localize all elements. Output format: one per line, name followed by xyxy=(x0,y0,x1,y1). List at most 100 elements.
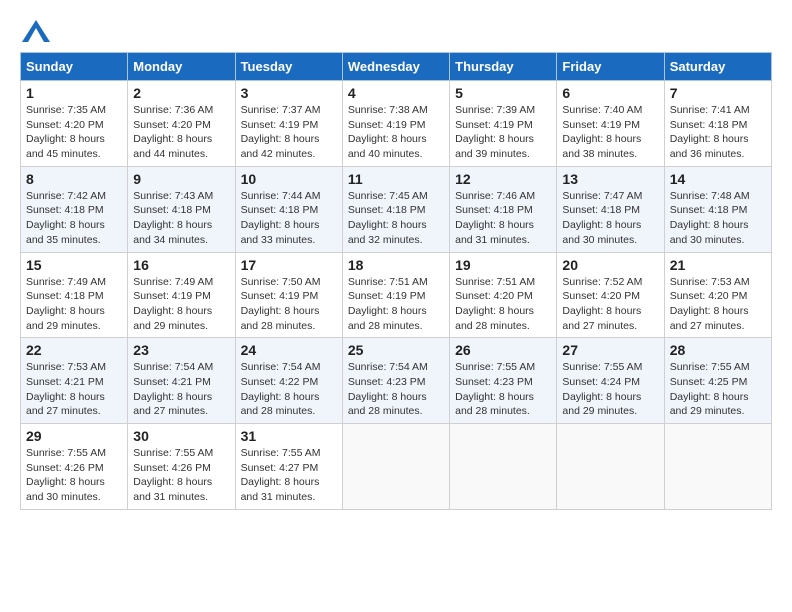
day-of-week-header: Sunday xyxy=(21,53,128,81)
day-number: 16 xyxy=(133,257,229,273)
day-info: Sunrise: 7:46 AMSunset: 4:18 PMDaylight:… xyxy=(455,190,535,246)
calendar-cell: 11 Sunrise: 7:45 AMSunset: 4:18 PMDaylig… xyxy=(342,166,449,252)
day-info: Sunrise: 7:43 AMSunset: 4:18 PMDaylight:… xyxy=(133,190,213,246)
calendar-cell: 5 Sunrise: 7:39 AMSunset: 4:19 PMDayligh… xyxy=(450,81,557,167)
calendar-cell xyxy=(557,424,664,510)
day-info: Sunrise: 7:35 AMSunset: 4:20 PMDaylight:… xyxy=(26,104,106,160)
day-info: Sunrise: 7:45 AMSunset: 4:18 PMDaylight:… xyxy=(348,190,428,246)
day-of-week-header: Saturday xyxy=(664,53,771,81)
calendar-cell: 25 Sunrise: 7:54 AMSunset: 4:23 PMDaylig… xyxy=(342,338,449,424)
day-info: Sunrise: 7:55 AMSunset: 4:26 PMDaylight:… xyxy=(133,447,213,503)
calendar-header-row: SundayMondayTuesdayWednesdayThursdayFrid… xyxy=(21,53,772,81)
day-number: 25 xyxy=(348,342,444,358)
day-of-week-header: Tuesday xyxy=(235,53,342,81)
day-info: Sunrise: 7:39 AMSunset: 4:19 PMDaylight:… xyxy=(455,104,535,160)
calendar-week-row: 8 Sunrise: 7:42 AMSunset: 4:18 PMDayligh… xyxy=(21,166,772,252)
day-number: 26 xyxy=(455,342,551,358)
day-number: 27 xyxy=(562,342,658,358)
day-number: 12 xyxy=(455,171,551,187)
day-info: Sunrise: 7:51 AMSunset: 4:19 PMDaylight:… xyxy=(348,276,428,332)
day-number: 22 xyxy=(26,342,122,358)
day-number: 1 xyxy=(26,85,122,101)
calendar-cell xyxy=(664,424,771,510)
calendar-cell: 18 Sunrise: 7:51 AMSunset: 4:19 PMDaylig… xyxy=(342,252,449,338)
day-info: Sunrise: 7:52 AMSunset: 4:20 PMDaylight:… xyxy=(562,276,642,332)
day-number: 8 xyxy=(26,171,122,187)
day-info: Sunrise: 7:50 AMSunset: 4:19 PMDaylight:… xyxy=(241,276,321,332)
day-info: Sunrise: 7:55 AMSunset: 4:27 PMDaylight:… xyxy=(241,447,321,503)
calendar-cell xyxy=(450,424,557,510)
calendar-cell: 27 Sunrise: 7:55 AMSunset: 4:24 PMDaylig… xyxy=(557,338,664,424)
calendar-cell: 30 Sunrise: 7:55 AMSunset: 4:26 PMDaylig… xyxy=(128,424,235,510)
day-info: Sunrise: 7:54 AMSunset: 4:23 PMDaylight:… xyxy=(348,361,428,417)
day-number: 13 xyxy=(562,171,658,187)
day-info: Sunrise: 7:55 AMSunset: 4:25 PMDaylight:… xyxy=(670,361,750,417)
calendar-cell: 14 Sunrise: 7:48 AMSunset: 4:18 PMDaylig… xyxy=(664,166,771,252)
day-info: Sunrise: 7:55 AMSunset: 4:24 PMDaylight:… xyxy=(562,361,642,417)
calendar-cell: 12 Sunrise: 7:46 AMSunset: 4:18 PMDaylig… xyxy=(450,166,557,252)
day-info: Sunrise: 7:48 AMSunset: 4:18 PMDaylight:… xyxy=(670,190,750,246)
day-info: Sunrise: 7:51 AMSunset: 4:20 PMDaylight:… xyxy=(455,276,535,332)
calendar-cell: 15 Sunrise: 7:49 AMSunset: 4:18 PMDaylig… xyxy=(21,252,128,338)
logo-icon xyxy=(22,20,50,42)
day-number: 30 xyxy=(133,428,229,444)
day-number: 19 xyxy=(455,257,551,273)
day-of-week-header: Friday xyxy=(557,53,664,81)
calendar-week-row: 1 Sunrise: 7:35 AMSunset: 4:20 PMDayligh… xyxy=(21,81,772,167)
calendar-cell: 9 Sunrise: 7:43 AMSunset: 4:18 PMDayligh… xyxy=(128,166,235,252)
calendar-cell: 28 Sunrise: 7:55 AMSunset: 4:25 PMDaylig… xyxy=(664,338,771,424)
calendar-cell: 4 Sunrise: 7:38 AMSunset: 4:19 PMDayligh… xyxy=(342,81,449,167)
day-info: Sunrise: 7:36 AMSunset: 4:20 PMDaylight:… xyxy=(133,104,213,160)
calendar-cell: 8 Sunrise: 7:42 AMSunset: 4:18 PMDayligh… xyxy=(21,166,128,252)
day-info: Sunrise: 7:53 AMSunset: 4:20 PMDaylight:… xyxy=(670,276,750,332)
calendar-cell: 22 Sunrise: 7:53 AMSunset: 4:21 PMDaylig… xyxy=(21,338,128,424)
day-number: 18 xyxy=(348,257,444,273)
page-header xyxy=(20,20,772,42)
day-info: Sunrise: 7:54 AMSunset: 4:21 PMDaylight:… xyxy=(133,361,213,417)
day-info: Sunrise: 7:42 AMSunset: 4:18 PMDaylight:… xyxy=(26,190,106,246)
calendar-table: SundayMondayTuesdayWednesdayThursdayFrid… xyxy=(20,52,772,510)
day-of-week-header: Wednesday xyxy=(342,53,449,81)
calendar-cell: 24 Sunrise: 7:54 AMSunset: 4:22 PMDaylig… xyxy=(235,338,342,424)
calendar-cell: 31 Sunrise: 7:55 AMSunset: 4:27 PMDaylig… xyxy=(235,424,342,510)
calendar-cell: 2 Sunrise: 7:36 AMSunset: 4:20 PMDayligh… xyxy=(128,81,235,167)
day-number: 20 xyxy=(562,257,658,273)
day-of-week-header: Monday xyxy=(128,53,235,81)
day-number: 5 xyxy=(455,85,551,101)
day-number: 28 xyxy=(670,342,766,358)
day-info: Sunrise: 7:55 AMSunset: 4:23 PMDaylight:… xyxy=(455,361,535,417)
calendar-cell: 3 Sunrise: 7:37 AMSunset: 4:19 PMDayligh… xyxy=(235,81,342,167)
day-number: 4 xyxy=(348,85,444,101)
day-number: 17 xyxy=(241,257,337,273)
day-info: Sunrise: 7:47 AMSunset: 4:18 PMDaylight:… xyxy=(562,190,642,246)
day-number: 9 xyxy=(133,171,229,187)
day-info: Sunrise: 7:40 AMSunset: 4:19 PMDaylight:… xyxy=(562,104,642,160)
day-info: Sunrise: 7:53 AMSunset: 4:21 PMDaylight:… xyxy=(26,361,106,417)
day-info: Sunrise: 7:49 AMSunset: 4:19 PMDaylight:… xyxy=(133,276,213,332)
calendar-cell: 21 Sunrise: 7:53 AMSunset: 4:20 PMDaylig… xyxy=(664,252,771,338)
calendar-week-row: 29 Sunrise: 7:55 AMSunset: 4:26 PMDaylig… xyxy=(21,424,772,510)
day-number: 14 xyxy=(670,171,766,187)
day-info: Sunrise: 7:49 AMSunset: 4:18 PMDaylight:… xyxy=(26,276,106,332)
calendar-week-row: 15 Sunrise: 7:49 AMSunset: 4:18 PMDaylig… xyxy=(21,252,772,338)
day-number: 31 xyxy=(241,428,337,444)
day-number: 23 xyxy=(133,342,229,358)
calendar-cell: 20 Sunrise: 7:52 AMSunset: 4:20 PMDaylig… xyxy=(557,252,664,338)
day-info: Sunrise: 7:41 AMSunset: 4:18 PMDaylight:… xyxy=(670,104,750,160)
day-info: Sunrise: 7:54 AMSunset: 4:22 PMDaylight:… xyxy=(241,361,321,417)
day-number: 15 xyxy=(26,257,122,273)
calendar-cell: 13 Sunrise: 7:47 AMSunset: 4:18 PMDaylig… xyxy=(557,166,664,252)
calendar-week-row: 22 Sunrise: 7:53 AMSunset: 4:21 PMDaylig… xyxy=(21,338,772,424)
calendar-cell: 17 Sunrise: 7:50 AMSunset: 4:19 PMDaylig… xyxy=(235,252,342,338)
day-info: Sunrise: 7:37 AMSunset: 4:19 PMDaylight:… xyxy=(241,104,321,160)
day-number: 10 xyxy=(241,171,337,187)
calendar-cell: 29 Sunrise: 7:55 AMSunset: 4:26 PMDaylig… xyxy=(21,424,128,510)
calendar-cell: 10 Sunrise: 7:44 AMSunset: 4:18 PMDaylig… xyxy=(235,166,342,252)
day-info: Sunrise: 7:44 AMSunset: 4:18 PMDaylight:… xyxy=(241,190,321,246)
calendar-cell: 16 Sunrise: 7:49 AMSunset: 4:19 PMDaylig… xyxy=(128,252,235,338)
calendar-cell xyxy=(342,424,449,510)
logo xyxy=(20,20,50,42)
calendar-cell: 6 Sunrise: 7:40 AMSunset: 4:19 PMDayligh… xyxy=(557,81,664,167)
day-number: 29 xyxy=(26,428,122,444)
day-number: 3 xyxy=(241,85,337,101)
